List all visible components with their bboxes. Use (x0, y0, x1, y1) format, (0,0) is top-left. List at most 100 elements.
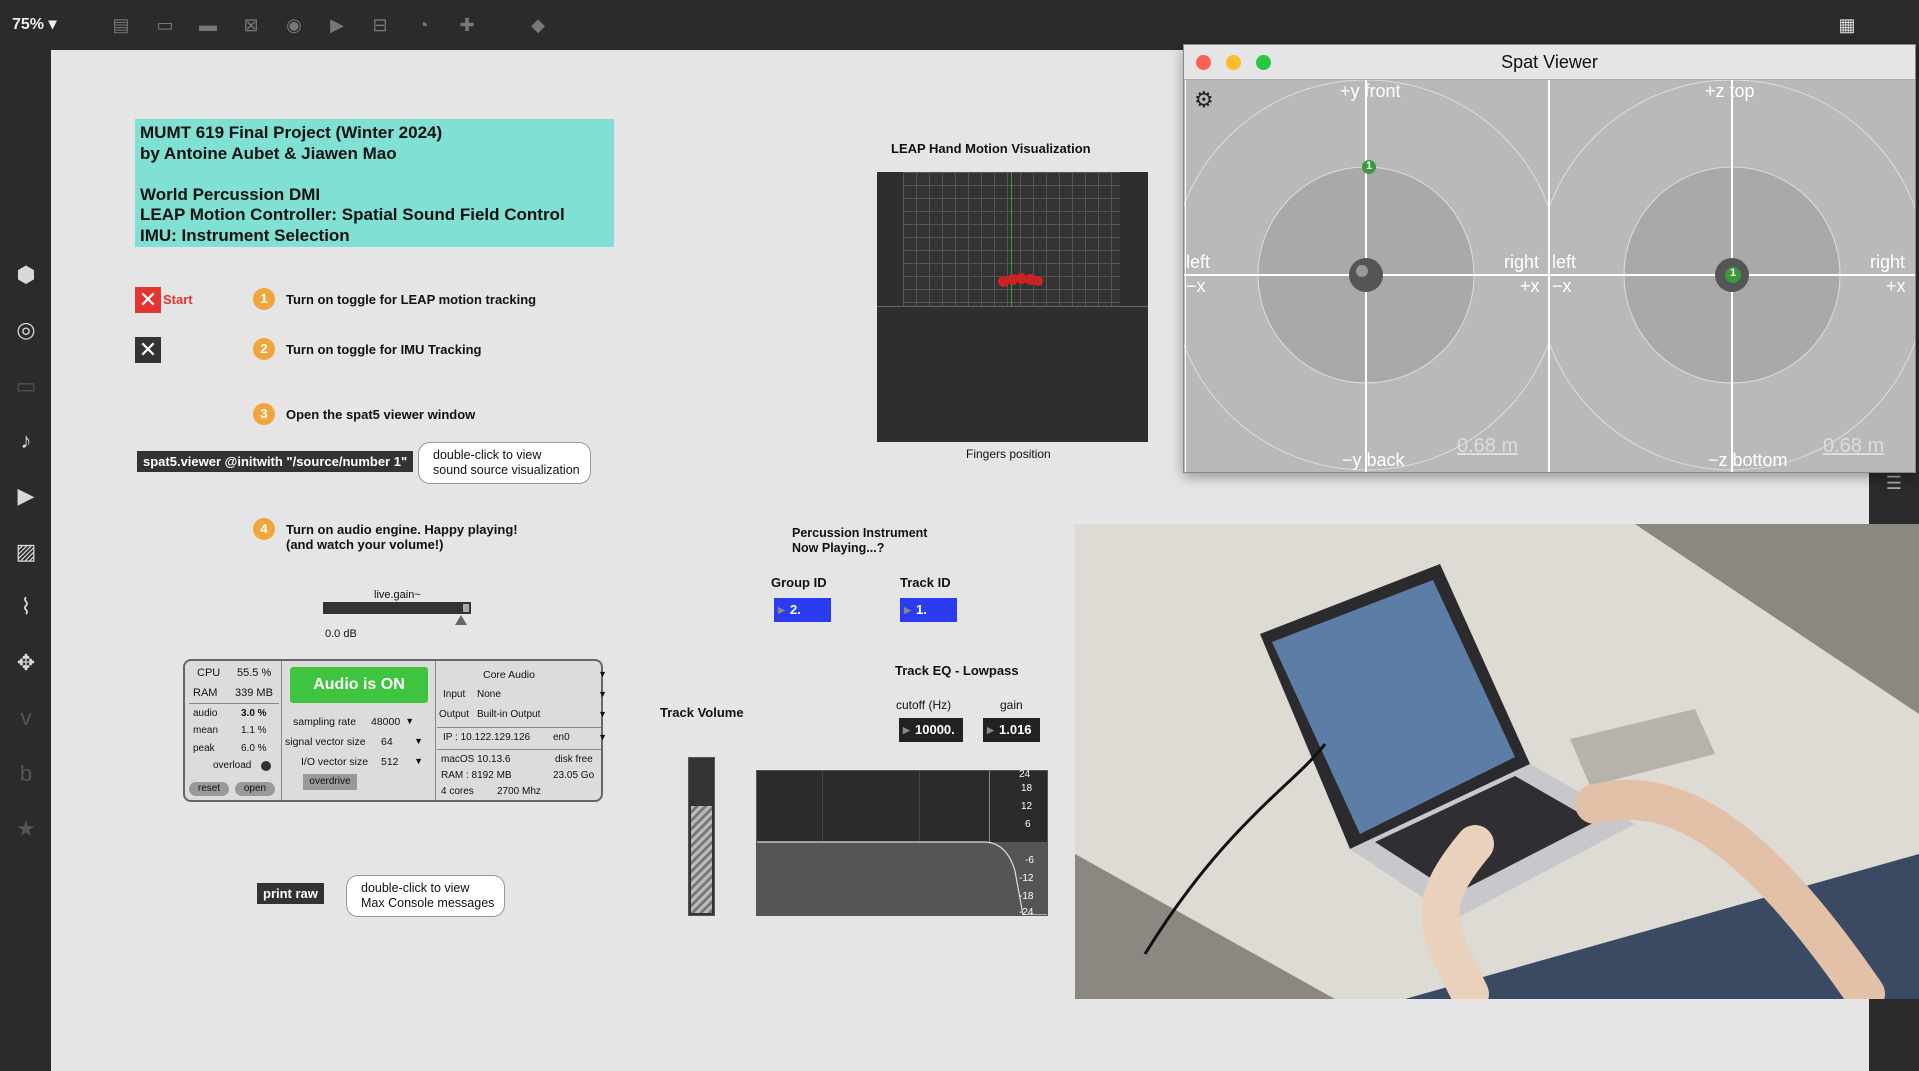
message-icon[interactable]: ▭ (154, 14, 176, 36)
print-raw-message[interactable]: print raw (257, 883, 324, 904)
group-id-label: Group ID (771, 575, 827, 590)
scale-label: -12 (1019, 873, 1034, 884)
add-icon[interactable]: ✚ (456, 14, 478, 36)
gain-numbox[interactable]: 1.016 (983, 718, 1040, 742)
scale-label: 6 (1025, 819, 1031, 830)
dial-icon[interactable]: ◔ (412, 14, 434, 36)
percussion-line-1: Percussion Instrument (792, 526, 928, 540)
output-select[interactable]: Built-in Output (477, 709, 607, 720)
mean-value: 1.1 % (241, 725, 267, 736)
star-icon[interactable]: ★ (13, 816, 39, 842)
close-window-icon[interactable] (1196, 55, 1211, 70)
ram-label: RAM (193, 687, 218, 699)
live-gain-handle-icon[interactable] (455, 615, 467, 625)
live-gain-slider[interactable] (323, 602, 471, 614)
package-icon[interactable]: ⬢ (13, 262, 39, 288)
overload-label: overload (213, 760, 252, 771)
track-id-numbox[interactable]: 1. (900, 598, 957, 622)
spat-viewer-message[interactable]: spat5.viewer @initwith "/source/number 1… (137, 451, 414, 472)
input-select[interactable]: None (477, 689, 607, 700)
source-marker-label: 1 (1365, 160, 1373, 172)
music-note-icon[interactable]: ♪ (13, 428, 39, 454)
step-3-text: Open the spat5 viewer window (286, 407, 476, 422)
maximize-window-icon[interactable] (1256, 55, 1271, 70)
live-gain-value: 0.0 dB (325, 628, 357, 640)
track-volume-slider[interactable] (688, 757, 715, 916)
back-label: −y back (1342, 450, 1405, 470)
print-comment-line-2: Max Console messages (361, 896, 495, 910)
peak-value: 6.0 % (241, 743, 267, 754)
spat-title: Spat Viewer (1501, 52, 1598, 72)
left-sidebar: ⬢ ◎ ▭ ♪ ▶ ▨ ⌇ ✥ v b ★ (0, 50, 51, 1071)
zoom-menu[interactable]: 75% ▾ (12, 14, 57, 34)
open-button[interactable]: open (235, 782, 275, 796)
step-1-badge: 1 (253, 288, 275, 310)
peak-label: peak (193, 743, 215, 754)
track-volume-label: Track Volume (660, 705, 744, 720)
overdrive-toggle[interactable]: overdrive (303, 774, 357, 790)
cutoff-label: cutoff (Hz) (896, 698, 952, 712)
comment-icon[interactable]: ▬ (197, 14, 219, 36)
audio-status-panel: CPU 55.5 % RAM 339 MB audio 3.0 % mean 1… (183, 659, 607, 802)
lowpass-filter-graph[interactable]: 24 18 12 6 -6 -12 -18 -24 (756, 769, 1048, 918)
spat-comment-line-1: double-click to view (433, 448, 542, 462)
leap-caption: Fingers position (966, 447, 1051, 461)
puzzle-icon[interactable]: ✥ (13, 650, 39, 676)
bottom-label: −z bottom (1708, 450, 1788, 470)
audio-on-button[interactable]: Audio is ON (290, 667, 428, 703)
list-icon[interactable]: ☰ (1881, 470, 1907, 496)
video-icon[interactable]: ▭ (13, 373, 39, 399)
paint-bucket-icon[interactable]: ◆ (527, 14, 549, 36)
target-icon[interactable]: ◎ (13, 317, 39, 343)
spat-view-top[interactable] (1184, 80, 1549, 472)
signal-vector-label: signal vector size (285, 736, 366, 748)
audio-label: audio (193, 708, 218, 719)
leap-title: LEAP Hand Motion Visualization (891, 141, 1091, 156)
grid-icon[interactable]: ▦ (1836, 14, 1858, 36)
overload-indicator (261, 761, 271, 771)
start-toggle[interactable]: ✕ (135, 287, 161, 313)
group-id-numbox[interactable]: 2. (774, 598, 831, 622)
sampling-rate-select[interactable]: 48000 (371, 716, 415, 728)
imu-toggle[interactable]: ✕ (135, 337, 161, 363)
cutoff-numbox[interactable]: 10000. (899, 718, 963, 742)
gain-label: gain (1000, 698, 1023, 712)
audio-value: 3.0 % (241, 708, 267, 719)
neg-x-label: −x (1186, 276, 1206, 296)
neg-x-label-2: −x (1552, 276, 1572, 296)
top-label: +z top (1705, 81, 1755, 101)
distance-label: 0.68 m (1457, 435, 1519, 457)
title-line-5: IMU: Instrument Selection (140, 225, 350, 245)
play-icon[interactable]: ▶ (326, 14, 348, 36)
front-label: +y front (1340, 81, 1401, 101)
disk-free-value: 23.05 Go (553, 770, 595, 781)
b-icon[interactable]: b (13, 761, 39, 787)
spat-viewer-window: Spat Viewer ⚙ 1 1 +y front −y back left … (1183, 44, 1916, 473)
slider-icon[interactable]: ⊟ (369, 14, 391, 36)
step-4-badge: 4 (253, 518, 275, 540)
scale-label: -18 (1019, 891, 1034, 902)
start-label: Start (163, 292, 193, 307)
vimeo-icon[interactable]: v (13, 705, 39, 731)
cpu-value: 55.5 % (237, 667, 272, 679)
image-icon[interactable]: ▨ (13, 539, 39, 565)
minimize-window-icon[interactable] (1226, 55, 1241, 70)
cpu-cores: 4 cores (441, 786, 474, 797)
button-icon[interactable]: ◉ (283, 14, 305, 36)
interface-select[interactable]: en0 (553, 732, 607, 743)
cpu-speed: 2700 Mhz (497, 786, 541, 797)
reset-button[interactable]: reset (189, 782, 229, 796)
cpu-label: CPU (197, 667, 221, 679)
spat-title-bar[interactable]: Spat Viewer (1184, 45, 1915, 80)
io-vector-select[interactable]: 512 (381, 756, 423, 768)
finger-marker (1033, 276, 1043, 286)
toggle-icon[interactable]: ⊠ (240, 14, 262, 36)
paperclip-icon[interactable]: ⌇ (13, 594, 39, 620)
io-vector-label: I/O vector size (301, 756, 369, 768)
media-icon[interactable]: ▶ (13, 483, 39, 509)
driver-select[interactable]: Core Audio (483, 669, 607, 681)
signal-vector-select[interactable]: 64 (381, 736, 423, 748)
track-eq-title: Track EQ - Lowpass (895, 663, 1019, 678)
object-icon[interactable]: ▤ (110, 14, 132, 36)
step-3-badge: 3 (253, 403, 275, 425)
